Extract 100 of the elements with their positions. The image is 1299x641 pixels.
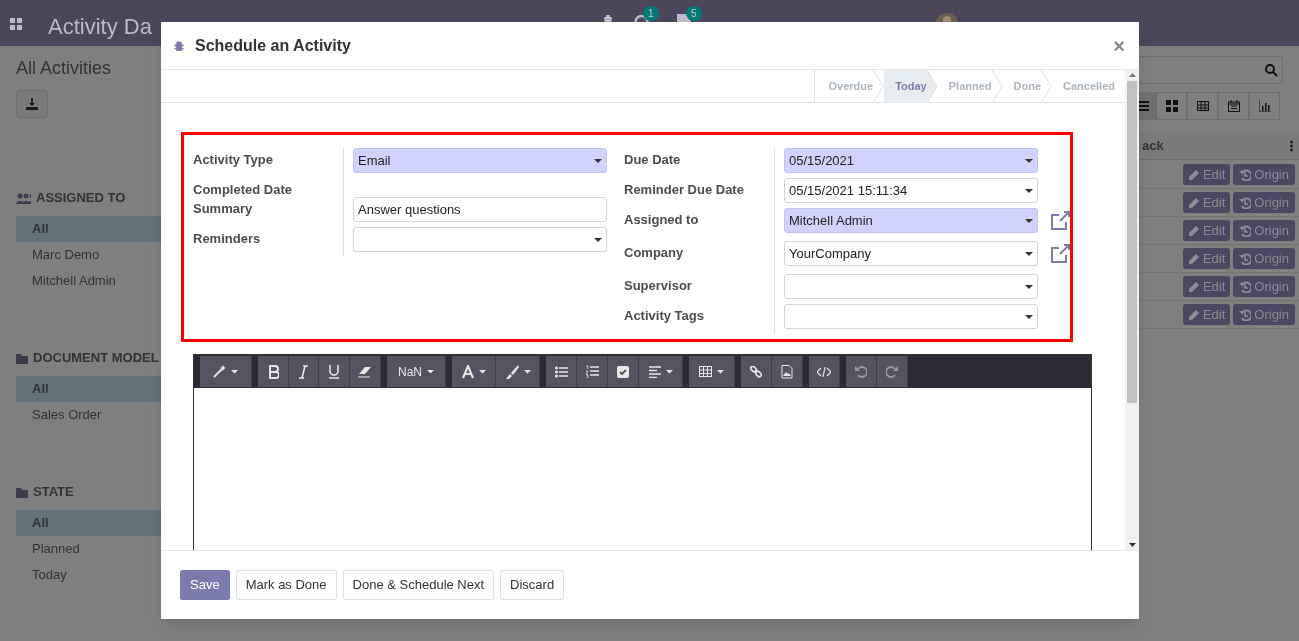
field-label: Supervisor — [624, 277, 693, 295]
highlight-color-button[interactable] — [496, 356, 540, 387]
code-view-button[interactable] — [809, 356, 840, 387]
select-field[interactable] — [784, 304, 1038, 329]
select-field[interactable] — [353, 227, 607, 252]
app-title: Activity Da — [48, 13, 152, 41]
calendar-icon — [1227, 100, 1240, 112]
font-size-button[interactable]: NaN — [387, 356, 446, 387]
view-switch-button[interactable] — [1156, 92, 1187, 120]
numbered-list-button[interactable] — [577, 356, 608, 387]
count-badge: 1 — [643, 6, 659, 21]
edit-button[interactable]: Edit — [1182, 248, 1231, 269]
download-button[interactable] — [16, 90, 48, 118]
bold-icon — [267, 364, 279, 379]
underline-button[interactable] — [319, 356, 350, 387]
clear-format-button[interactable] — [350, 356, 381, 387]
italic-icon — [298, 364, 309, 379]
origin-button[interactable]: Origin — [1233, 164, 1295, 185]
input-field[interactable]: Answer questions — [353, 197, 607, 222]
table-view-icon — [1196, 100, 1209, 112]
image-button[interactable] — [772, 356, 803, 387]
underline-icon — [328, 364, 340, 379]
align-left-icon — [648, 365, 661, 378]
magic-wand-icon — [213, 365, 226, 378]
secondary-button[interactable]: Mark as Done — [235, 570, 337, 600]
edit-button[interactable]: Edit — [1182, 304, 1231, 325]
view-switch-button[interactable] — [1187, 92, 1218, 120]
origin-button[interactable]: Origin — [1233, 220, 1295, 241]
kanban-view-icon — [1165, 100, 1178, 112]
edit-button[interactable]: Edit — [1182, 192, 1231, 213]
primary-button[interactable]: Save — [180, 570, 230, 600]
secondary-button[interactable]: Done & Schedule Next — [342, 570, 495, 600]
select-field[interactable]: 05/15/2021 15:11:34 — [784, 178, 1038, 203]
users-icon — [16, 192, 31, 204]
rich-text-editor[interactable]: NaN — [193, 354, 1092, 550]
secondary-button[interactable]: Discard — [500, 570, 565, 600]
field-label: Company — [624, 244, 685, 262]
select-field[interactable]: Email — [353, 148, 607, 173]
magic-style-button[interactable] — [200, 356, 252, 387]
stage-step[interactable]: Overdue — [814, 70, 874, 103]
origin-button[interactable]: Origin — [1233, 248, 1295, 269]
bug-icon — [173, 39, 185, 52]
origin-button[interactable]: Origin — [1233, 304, 1295, 325]
pencil-icon — [1187, 224, 1200, 237]
scroll-up-icon — [1128, 73, 1136, 77]
caret-icon — [594, 237, 602, 242]
stage-step[interactable]: Cancelled — [1052, 70, 1125, 103]
view-switch-button[interactable] — [1249, 92, 1280, 120]
apps-grid-icon[interactable] — [10, 18, 22, 30]
align-button[interactable] — [639, 356, 683, 387]
field-label: Due Date — [624, 151, 682, 169]
bold-button[interactable] — [258, 356, 289, 387]
close-button[interactable]: × — [1113, 35, 1125, 56]
undo-button[interactable] — [846, 356, 877, 387]
edit-button[interactable]: Edit — [1182, 164, 1231, 185]
pencil-icon — [1187, 168, 1200, 181]
clock-icon — [634, 14, 649, 22]
letter-icon — [461, 364, 474, 379]
view-switch-button[interactable] — [1218, 92, 1249, 120]
italic-button[interactable] — [289, 356, 319, 387]
code-icon — [817, 365, 831, 378]
edit-button[interactable]: Edit — [1182, 276, 1231, 297]
field-label: Reminders — [193, 230, 262, 248]
search-icon — [1265, 63, 1278, 77]
external-link-icon[interactable] — [1050, 243, 1070, 263]
field-label: Summary — [193, 200, 254, 218]
field-label: Reminder Due Date — [624, 181, 745, 199]
select-field[interactable]: 05/15/2021 — [784, 148, 1038, 173]
field-label: Completed Date — [193, 181, 293, 199]
origin-button[interactable]: Origin — [1233, 276, 1295, 297]
link-icon — [750, 365, 762, 378]
bullet-list-icon — [554, 365, 568, 378]
table-button[interactable] — [689, 356, 735, 387]
stage-step[interactable]: Planned — [937, 70, 992, 103]
folder-icon — [16, 486, 28, 498]
select-field[interactable]: YourCompany — [784, 241, 1038, 266]
link-button[interactable] — [741, 356, 772, 387]
caret-icon — [1025, 314, 1033, 319]
history-icon — [1239, 308, 1252, 321]
redo-button[interactable] — [877, 356, 908, 387]
stage-step[interactable]: Done — [1002, 70, 1042, 103]
select-field[interactable] — [784, 274, 1038, 299]
count-badge: 5 — [686, 6, 702, 21]
numbered-list-icon — [585, 365, 599, 378]
bullet-list-button[interactable] — [546, 356, 577, 387]
scroll-down-icon — [1128, 543, 1136, 547]
download-icon — [26, 98, 38, 110]
dialog-title: Schedule an Activity — [195, 35, 352, 56]
filter-heading: DOCUMENT MODEL — [33, 349, 159, 368]
caret-icon — [717, 369, 724, 374]
caret-icon — [231, 369, 238, 374]
external-link-icon[interactable] — [1050, 210, 1070, 230]
font-color-button[interactable] — [452, 356, 496, 387]
edit-button[interactable]: Edit — [1182, 220, 1231, 241]
checklist-button[interactable] — [608, 356, 639, 387]
caret-icon — [665, 369, 673, 374]
eraser-icon — [358, 365, 372, 378]
more-options-icon — [1290, 139, 1293, 152]
origin-button[interactable]: Origin — [1233, 192, 1295, 213]
select-field[interactable]: Mitchell Admin — [784, 208, 1038, 233]
